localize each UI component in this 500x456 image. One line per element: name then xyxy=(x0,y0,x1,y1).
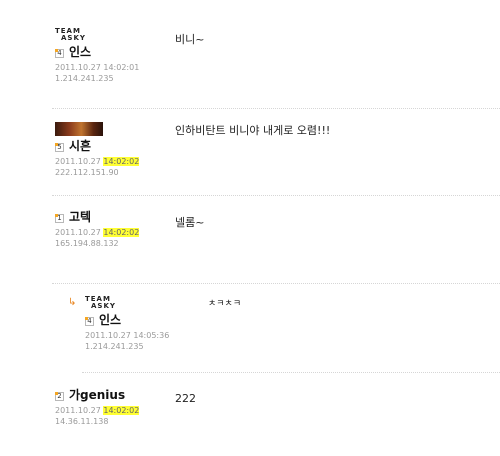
comment-text: 넬롬~ xyxy=(175,216,205,229)
author-name[interactable]: 시흔 xyxy=(69,139,91,153)
comment-ip: 14.36.11.138 xyxy=(55,417,109,426)
comment-author: TEAM ASKY 4 인스 2011.10.27 14:02:01 1.214… xyxy=(55,28,139,84)
level-badge-icon: 4 xyxy=(55,48,64,58)
level-badge-icon: 4 xyxy=(85,316,94,326)
comment-author: 2 가genius 2011.10.27 14:02:02 14.36.11.1… xyxy=(55,388,140,427)
level-badge-icon: 1 xyxy=(55,213,64,223)
author-name[interactable]: 고텍 xyxy=(69,210,91,224)
divider xyxy=(82,372,500,373)
team-asky-logo: TEAM ASKY xyxy=(85,295,116,310)
level-badge-icon: 5 xyxy=(55,142,64,152)
comment-text: ㅊㅋㅊㅋ xyxy=(208,299,242,309)
divider xyxy=(52,108,500,109)
comment-timestamp: 2011.10.27 14:02:02 xyxy=(55,406,140,415)
team-asky-logo: TEAM ASKY xyxy=(55,27,86,42)
author-name[interactable]: 가genius xyxy=(69,388,125,402)
comment-author: TEAM ASKY 4 인스 2011.10.27 14:05:36 1.214… xyxy=(85,296,169,352)
comment-ip: 165.194.88.132 xyxy=(55,239,119,248)
level-badge-icon: 2 xyxy=(55,391,64,401)
comment-text: 비니~ xyxy=(175,33,205,46)
avatar xyxy=(55,122,103,136)
divider xyxy=(52,195,500,196)
comment-ip: 1.214.241.235 xyxy=(85,342,144,351)
comment-author: 5 시흔 2011.10.27 14:02:02 222.112.151.90 xyxy=(55,122,140,178)
comment-text: 인하비탄트 비니야 내게로 오렴!!! xyxy=(175,124,331,137)
comment-author: 1 고텍 2011.10.27 14:02:02 165.194.88.132 xyxy=(55,210,140,249)
comment-ip: 222.112.151.90 xyxy=(55,168,119,177)
author-name[interactable]: 인스 xyxy=(99,313,121,327)
divider xyxy=(52,283,500,284)
comment-ip: 1.214.241.235 xyxy=(55,74,114,83)
comment-timestamp: 2011.10.27 14:02:01 xyxy=(55,63,140,72)
comment-timestamp: 2011.10.27 14:02:02 xyxy=(55,157,140,166)
comment-text: 222 xyxy=(175,392,196,405)
reply-arrow-icon: ↳ xyxy=(68,297,77,308)
comment-timestamp: 2011.10.27 14:02:02 xyxy=(55,228,140,237)
author-name[interactable]: 인스 xyxy=(69,45,91,59)
comment-timestamp: 2011.10.27 14:05:36 xyxy=(85,331,170,340)
